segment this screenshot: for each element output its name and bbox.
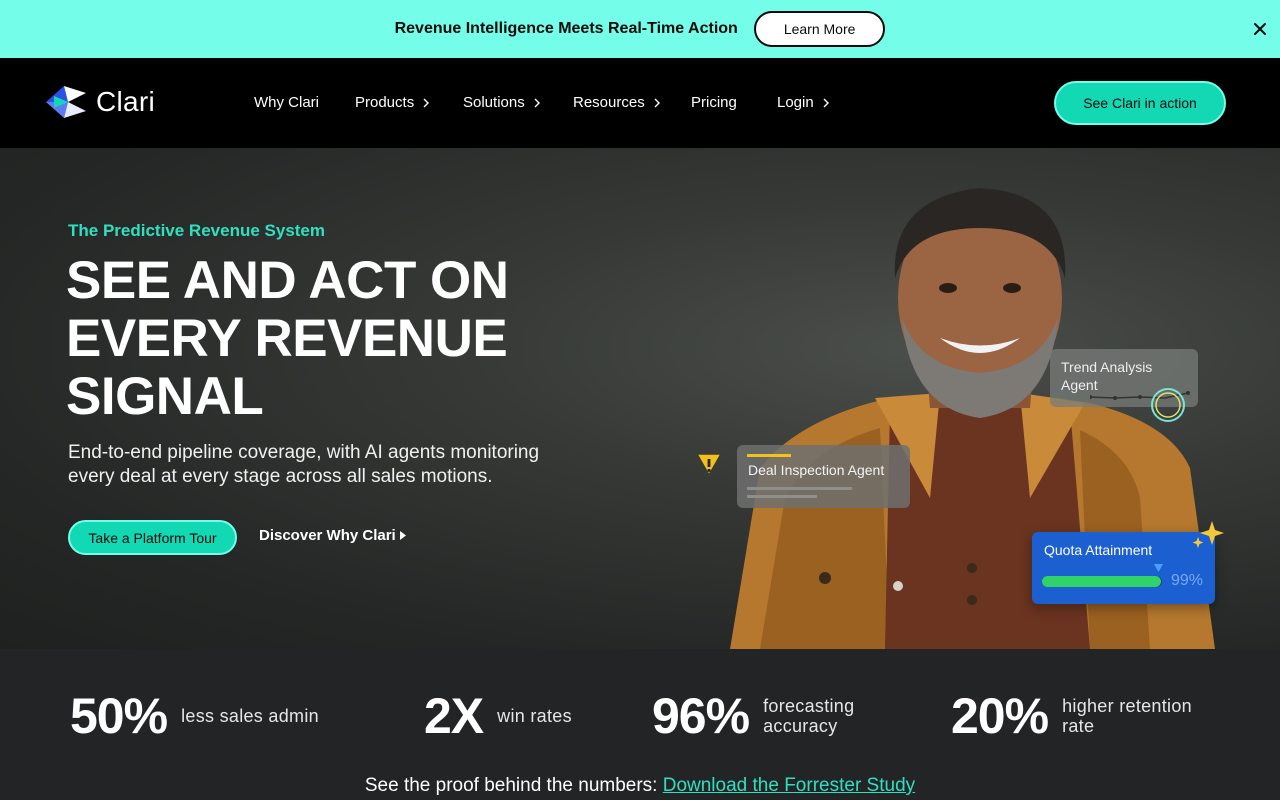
nav-pricing[interactable]: Pricing [691,94,737,111]
headline-line: EVERY REVENUE [66,309,508,368]
stat-label: win rates [497,706,572,726]
nav-label: Why Clari [254,94,320,111]
stat-label: forecasting accuracy [763,696,855,736]
platform-tour-button[interactable]: Take a Platform Tour [68,520,237,555]
quota-progress-bar [1042,576,1162,587]
nav-resources[interactable]: Resources [573,94,660,111]
placeholder-line [747,487,852,490]
stat-item: 96% forecasting accuracy [652,687,873,745]
marker-triangle-icon [1154,564,1163,572]
nav-label: Solutions [463,94,525,111]
headline-line: SEE AND ACT ON [66,251,509,310]
quota-value: 99% [1171,572,1204,589]
caret-right-icon [399,531,406,540]
quota-progress-fill [1042,576,1161,587]
stat-value: 96% [652,688,750,744]
stats-section: 50% less sales admin 2X win rates 96% fo… [0,649,1280,800]
hero-headline: SEE AND ACT ON EVERY REVENUE SIGNAL [66,252,626,426]
stat-item: 2X win rates [424,687,597,745]
nav-label: Resources [573,94,645,111]
headline-line: SIGNAL [66,367,264,426]
forrester-study-link[interactable]: Download the Forrester Study [663,775,915,796]
link-label: Discover Why Clari [259,527,396,544]
nav-label: Products [355,94,415,111]
chevron-right-icon [423,98,430,107]
stat-item: 50% less sales admin [70,687,341,745]
hero-subtext: End-to-end pipeline coverage, with AI ag… [68,442,540,487]
placeholder-line [747,495,817,498]
main-nav: Clari Why Clari Products Solutions Resou… [0,58,1280,148]
clari-logo[interactable]: Clari [44,84,155,120]
stat-value: 50% [70,688,168,744]
trend-analysis-card: Trend Analysis Agent [1050,349,1198,422]
nav-solutions[interactable]: Solutions [463,94,540,111]
see-clari-in-action-button[interactable]: See Clari in action [1054,81,1226,125]
warning-icon [695,453,723,477]
proof-text: See the proof behind the numbers: [364,775,663,796]
chevron-right-icon [534,98,540,107]
discover-why-clari-link[interactable]: Discover Why Clari [259,527,406,544]
stat-label: less sales admin [181,706,319,726]
stat-label: higher retention rate [1062,696,1192,736]
learn-more-button[interactable]: Learn More [753,11,886,47]
announcement-text: Revenue Intelligence Meets Real-Time Act… [394,20,738,37]
clari-logo-icon [46,86,86,118]
deal-progress-accent [747,454,791,457]
nav-label: Pricing [691,94,737,111]
close-icon[interactable] [1250,19,1270,39]
quota-attainment-label: Quota Attainment [1044,542,1153,558]
logo-text: Clari [96,86,156,117]
proof-line: See the proof behind the numbers: Downlo… [0,775,1280,797]
stat-item: 20% higher retention rate [951,687,1212,745]
stat-value: 20% [951,688,1049,744]
deal-inspection-card: Deal Inspection Agent [737,445,910,508]
nav-why-clari[interactable]: Why Clari [254,94,319,111]
nav-login[interactable]: Login [777,94,829,111]
chevron-right-icon [823,98,829,107]
quota-attainment-card: Quota Attainment 99% [1032,532,1215,604]
announcement-bar: Revenue Intelligence Meets Real-Time Act… [0,0,1280,58]
target-ring-icon [1151,388,1185,422]
deal-inspection-label: Deal Inspection Agent [748,462,885,478]
hero-eyebrow: The Predictive Revenue System [68,221,326,240]
stat-value: 2X [424,688,484,744]
hero-section: The Predictive Revenue System SEE AND AC… [0,148,1280,649]
nav-products[interactable]: Products [355,94,430,111]
nav-label: Login [777,94,814,111]
chevron-right-icon [654,98,660,107]
sparkle-icon [1192,521,1224,548]
